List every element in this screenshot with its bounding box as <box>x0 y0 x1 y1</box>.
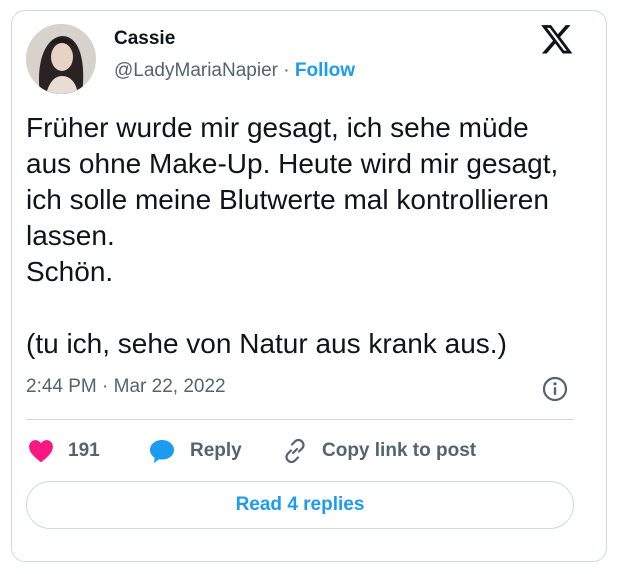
author-handle-row: @LadyMariaNapier · Follow <box>114 60 355 82</box>
read-replies-button[interactable]: Read 4 replies <box>26 481 574 529</box>
tweet-timestamp[interactable]: 2:44 PM · Mar 22, 2022 <box>26 376 226 398</box>
copy-link-button[interactable]: Copy link to post <box>280 436 476 466</box>
like-button[interactable]: 191 <box>28 436 100 466</box>
follow-button[interactable]: Follow <box>295 60 355 81</box>
avatar[interactable] <box>26 24 96 94</box>
tweet-text: Früher wurde mir gesagt, ich sehe müde a… <box>26 112 559 359</box>
divider <box>26 419 574 420</box>
copy-link-label: Copy link to post <box>322 440 477 461</box>
like-count: 191 <box>68 440 100 461</box>
heart-icon <box>28 439 54 463</box>
link-icon <box>280 436 310 466</box>
info-icon[interactable] <box>541 375 569 403</box>
read-replies-label: Read 4 replies <box>235 494 365 515</box>
reply-button[interactable]: Reply <box>148 436 242 466</box>
author-name[interactable]: Cassie <box>114 28 175 50</box>
x-logo-icon[interactable] <box>540 24 574 56</box>
avatar-image <box>26 24 96 94</box>
handle-separator: · <box>283 60 290 81</box>
reply-label: Reply <box>190 440 242 461</box>
author-handle[interactable]: @LadyMariaNapier <box>114 60 278 81</box>
speech-bubble-icon <box>148 438 176 464</box>
